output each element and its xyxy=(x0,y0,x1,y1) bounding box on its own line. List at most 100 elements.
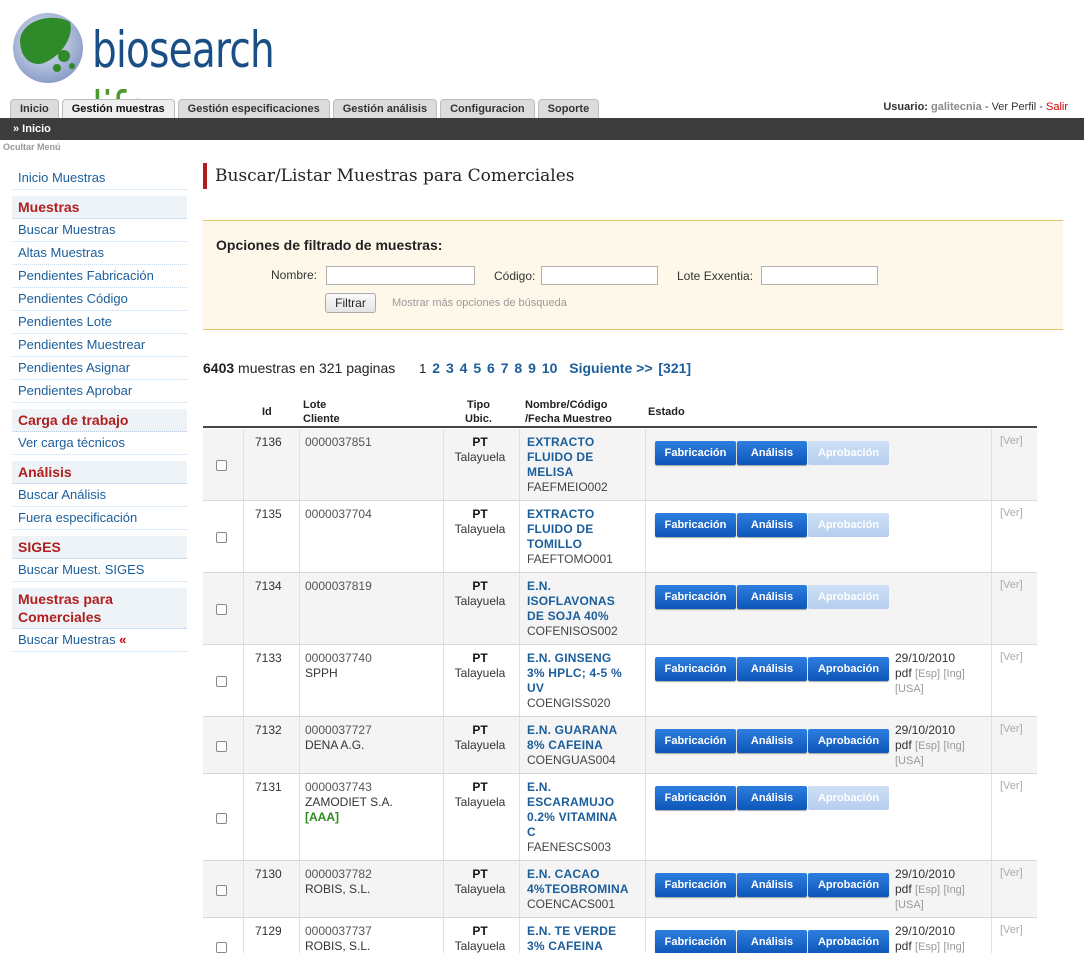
fabricacion-button[interactable]: Fabricación xyxy=(655,513,736,537)
page-link[interactable]: 7 xyxy=(501,360,509,376)
row-checkbox[interactable] xyxy=(216,676,227,687)
nombre-input[interactable] xyxy=(326,266,475,285)
logout-link[interactable]: Salir xyxy=(1046,101,1068,113)
tab-gestion-especificaciones[interactable]: Gestión especificaciones xyxy=(177,99,330,118)
analisis-button[interactable]: Análisis xyxy=(737,441,807,465)
tab-gestion-analisis[interactable]: Gestión análisis xyxy=(332,99,438,118)
sidebar-item-inicio-muestras[interactable]: Inicio Muestras xyxy=(12,167,187,190)
tab-soporte[interactable]: Soporte xyxy=(537,99,600,118)
sidebar-item-pendientes-muestrear[interactable]: Pendientes Muestrear xyxy=(12,334,187,357)
page-link[interactable]: 8 xyxy=(514,360,522,376)
page-link[interactable]: 6 xyxy=(487,360,495,376)
sample-name-link[interactable]: C xyxy=(527,825,645,840)
page-link[interactable]: 9 xyxy=(528,360,536,376)
sidebar-item-pendientes-aprobar[interactable]: Pendientes Aprobar xyxy=(12,380,187,403)
sample-name-link[interactable]: 0.2% VITAMINA xyxy=(527,810,645,825)
row-checkbox[interactable] xyxy=(216,942,227,953)
sidebar-item-pendientes-fabricacion[interactable]: Pendientes Fabricación xyxy=(12,265,187,288)
sample-name-link[interactable]: 3% HPLC; 4-5 % xyxy=(527,666,645,681)
sample-name-link[interactable]: TOMILLO xyxy=(527,537,645,552)
tab-inicio[interactable]: Inicio xyxy=(10,99,59,118)
pdf-usa-link[interactable]: [USA] xyxy=(895,754,991,769)
fabricacion-button[interactable]: Fabricación xyxy=(655,786,736,810)
fabricacion-button[interactable]: Fabricación xyxy=(655,657,736,681)
sample-name-link[interactable]: EXTRACTO xyxy=(527,507,645,522)
fabricacion-button[interactable]: Fabricación xyxy=(655,441,736,465)
row-checkbox[interactable] xyxy=(216,885,227,896)
sidebar-item-pendientes-asignar[interactable]: Pendientes Asignar xyxy=(12,357,187,380)
row-checkbox[interactable] xyxy=(216,460,227,471)
ver-link[interactable]: [Ver] xyxy=(1000,651,1023,663)
sidebar-item-fuera-especificacion[interactable]: Fuera especificación xyxy=(12,507,187,530)
pdf-ing-link[interactable]: [Ing] xyxy=(943,884,964,896)
view-profile-link[interactable]: Ver Perfil xyxy=(992,101,1037,113)
ver-link[interactable]: [Ver] xyxy=(1000,507,1023,519)
sample-name-link[interactable]: 8% CAFEINA xyxy=(527,738,645,753)
sample-name-link[interactable]: EXTRACTO xyxy=(527,435,645,450)
hide-menu-link[interactable]: Ocultar Menú xyxy=(3,142,61,152)
pdf-esp-link[interactable]: [Esp] xyxy=(915,740,940,752)
last-page-link[interactable]: [321] xyxy=(658,360,691,376)
aprobacion-button[interactable]: Aprobación xyxy=(808,729,889,753)
analisis-button[interactable]: Análisis xyxy=(737,585,807,609)
aprobacion-button[interactable]: Aprobación xyxy=(808,657,889,681)
ver-link[interactable]: [Ver] xyxy=(1000,435,1023,447)
fabricacion-button[interactable]: Fabricación xyxy=(655,930,736,953)
analisis-button[interactable]: Análisis xyxy=(737,729,807,753)
sample-name-link[interactable]: 3% CAFEINA xyxy=(527,939,645,953)
page-link[interactable]: 3 xyxy=(446,360,454,376)
fabricacion-button[interactable]: Fabricación xyxy=(655,585,736,609)
sidebar-item-buscar-muestras-comerciales[interactable]: Buscar Muestras « xyxy=(12,629,187,652)
sidebar-item-altas-muestras[interactable]: Altas Muestras xyxy=(12,242,187,265)
more-options-link[interactable]: Mostrar más opciones de búsqueda xyxy=(392,297,567,309)
ver-link[interactable]: [Ver] xyxy=(1000,780,1023,792)
ver-link[interactable]: [Ver] xyxy=(1000,924,1023,936)
sidebar-item-buscar-muest-siges[interactable]: Buscar Muest. SIGES xyxy=(12,559,187,582)
aprobacion-button[interactable]: Aprobación xyxy=(808,930,889,953)
aprobacion-button[interactable]: Aprobación xyxy=(808,873,889,897)
sample-name-link[interactable]: E.N. GINSENG xyxy=(527,651,645,666)
analisis-button[interactable]: Análisis xyxy=(737,513,807,537)
ver-link[interactable]: [Ver] xyxy=(1000,867,1023,879)
pdf-esp-link[interactable]: [Esp] xyxy=(915,941,940,953)
tab-configuracion[interactable]: Configuracion xyxy=(440,99,535,118)
row-checkbox[interactable] xyxy=(216,604,227,615)
sample-name-link[interactable]: MELISA xyxy=(527,465,645,480)
sample-name-link[interactable]: E.N. CACAO xyxy=(527,867,645,882)
sample-name-link[interactable]: ESCARAMUJO xyxy=(527,795,645,810)
filtrar-button[interactable]: Filtrar xyxy=(325,293,376,313)
row-checkbox[interactable] xyxy=(216,741,227,752)
sample-name-link[interactable]: E.N. xyxy=(527,780,645,795)
ver-link[interactable]: [Ver] xyxy=(1000,579,1023,591)
sample-name-link[interactable]: UV xyxy=(527,681,645,696)
sample-name-link[interactable]: E.N. GUARANA xyxy=(527,723,645,738)
sidebar-item-pendientes-lote[interactable]: Pendientes Lote xyxy=(12,311,187,334)
next-page-link[interactable]: Siguiente >> xyxy=(569,360,652,376)
codigo-input[interactable] xyxy=(541,266,658,285)
pdf-ing-link[interactable]: [Ing] xyxy=(943,668,964,680)
sidebar-item-pendientes-codigo[interactable]: Pendientes Código xyxy=(12,288,187,311)
analisis-button[interactable]: Análisis xyxy=(737,930,807,953)
analisis-button[interactable]: Análisis xyxy=(737,657,807,681)
page-link[interactable]: 5 xyxy=(473,360,481,376)
pdf-usa-link[interactable]: [USA] xyxy=(895,682,991,697)
sample-name-link[interactable]: FLUIDO DE xyxy=(527,450,645,465)
sample-name-link[interactable]: E.N. xyxy=(527,579,645,594)
pdf-esp-link[interactable]: [Esp] xyxy=(915,884,940,896)
page-link[interactable]: 2 xyxy=(432,360,440,376)
analisis-button[interactable]: Análisis xyxy=(737,873,807,897)
sidebar-item-ver-carga-tecnicos[interactable]: Ver carga técnicos xyxy=(12,432,187,455)
pdf-ing-link[interactable]: [Ing] xyxy=(943,740,964,752)
pdf-usa-link[interactable]: [USA] xyxy=(895,898,991,913)
ver-link[interactable]: [Ver] xyxy=(1000,723,1023,735)
sample-name-link[interactable]: E.N. TE VERDE xyxy=(527,924,645,939)
row-checkbox[interactable] xyxy=(216,813,227,824)
sample-name-link[interactable]: FLUIDO DE xyxy=(527,522,645,537)
sample-name-link[interactable]: ISOFLAVONAS xyxy=(527,594,645,609)
tab-gestion-muestras[interactable]: Gestión muestras xyxy=(61,99,175,118)
row-checkbox[interactable] xyxy=(216,532,227,543)
pdf-esp-link[interactable]: [Esp] xyxy=(915,668,940,680)
sidebar-item-buscar-muestras[interactable]: Buscar Muestras xyxy=(12,219,187,242)
page-link[interactable]: 10 xyxy=(542,360,558,376)
sample-name-link[interactable]: DE SOJA 40% xyxy=(527,609,645,624)
